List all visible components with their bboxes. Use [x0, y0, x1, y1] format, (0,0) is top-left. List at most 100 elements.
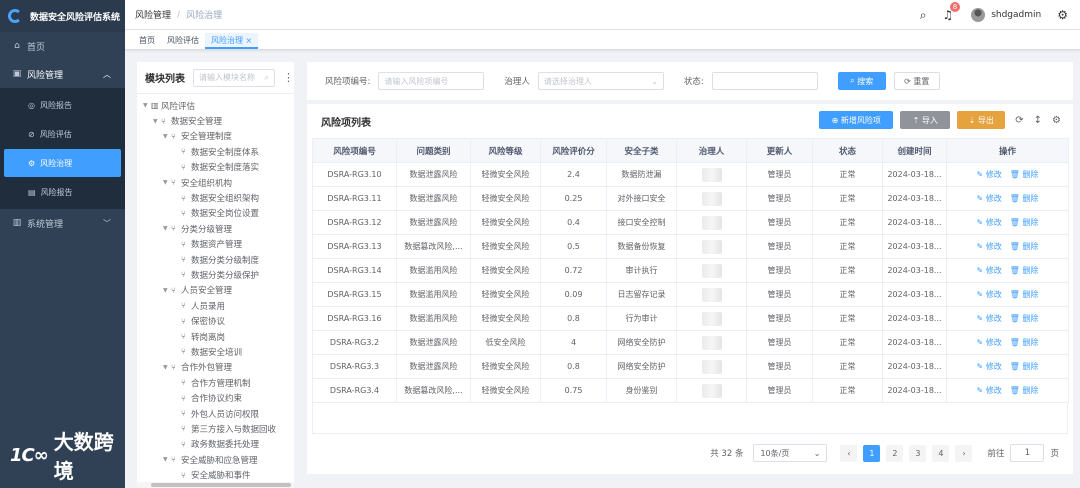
edit-button[interactable]: ✎ 修改 — [977, 290, 1002, 299]
module-search-input[interactable]: 请输入模块名称 ⌕ — [193, 68, 275, 87]
tree-node[interactable]: ⑂ 政务数据委托处理 — [137, 437, 294, 452]
tree-node[interactable]: ⑂ 人员录用 — [137, 298, 294, 313]
next-page-button[interactable]: › — [955, 444, 973, 462]
tree-node[interactable]: ⑂ 数据安全培训 — [137, 344, 294, 359]
table-row[interactable]: DSRA-RG3.4 数据篡改风险,... 轻微安全风险 0.75 身份鉴别 管理员 正常 2… — [312, 378, 1069, 403]
horizontal-scrollbar[interactable] — [137, 482, 294, 488]
caret-down-icon[interactable]: ▼ — [163, 133, 171, 140]
sidebar-item-risk-report-doc[interactable]: ▤ 风险报告 — [4, 178, 121, 206]
tag-risk-governance[interactable]: 风险治理 × — [205, 33, 259, 49]
tree-node[interactable]: ⑂ 合作方管理机制 — [137, 375, 294, 390]
column-height-icon[interactable]: ↕ — [1034, 115, 1042, 126]
edit-button[interactable]: ✎ 修改 — [977, 194, 1002, 203]
table-row[interactable]: DSRA-RG3.14 数据滥用风险 轻微安全风险 0.72 审计执行 管理员 正常 2024… — [312, 258, 1069, 283]
page-size-select[interactable]: 10条/页 ⌄ — [753, 444, 828, 462]
governor-select[interactable]: 请选择治理人 ⌄ — [537, 72, 664, 90]
tree-node[interactable]: ▼ ⑂ 数据安全管理 — [137, 113, 294, 128]
sidebar-item-home[interactable]: ⌂ 首页 — [0, 32, 125, 60]
page-button[interactable]: 3 — [909, 444, 927, 462]
tree-node[interactable]: ⑂ 安全威胁和事件 — [137, 467, 294, 482]
delete-button[interactable]: 🗑 删除 — [1010, 170, 1039, 179]
sidebar-item-risk-management[interactable]: ▣ 风险管理 ︿ — [0, 60, 125, 88]
table-row[interactable]: DSRA-RG3.11 数据泄露风险 轻微安全风险 0.25 对外接口安全 管理员 正常 20… — [312, 186, 1069, 211]
tree-node[interactable]: ⑂ 数据分类分级保护 — [137, 267, 294, 282]
delete-button[interactable]: 🗑 删除 — [1010, 386, 1039, 395]
edit-button[interactable]: ✎ 修改 — [977, 338, 1002, 347]
settings-gear-icon[interactable]: ⚙ — [1057, 8, 1068, 22]
delete-button[interactable]: 🗑 删除 — [1010, 242, 1039, 251]
table-row[interactable]: DSRA-RG3.10 数据泄露风险 轻微安全风险 2.4 数据防泄漏 管理员 正常 2024… — [312, 162, 1069, 187]
tag-home[interactable]: 首页 — [133, 33, 161, 49]
close-icon[interactable]: × — [246, 36, 253, 45]
caret-down-icon[interactable]: ▼ — [143, 102, 151, 109]
status-select[interactable] — [711, 72, 818, 90]
tree-node[interactable]: ⑂ 合作协议约束 — [137, 390, 294, 405]
tree-node[interactable]: ▼ ⑂ 安全管理制度 — [137, 129, 294, 144]
sidebar-item-risk-governance[interactable]: ⚙ 风险治理 — [4, 149, 121, 177]
delete-button[interactable]: 🗑 删除 — [1010, 338, 1039, 347]
edit-button[interactable]: ✎ 修改 — [977, 170, 1002, 179]
edit-button[interactable]: ✎ 修改 — [977, 218, 1002, 227]
edit-button[interactable]: ✎ 修改 — [977, 386, 1002, 395]
tree-node[interactable]: ▼ ⑂ 人员安全管理 — [137, 283, 294, 298]
delete-button[interactable]: 🗑 删除 — [1010, 218, 1039, 227]
sidebar-item-system-management[interactable]: ▥ 系统管理 ﹀ — [0, 209, 125, 237]
table-row[interactable]: DSRA-RG3.13 数据篡改风险,... 轻微安全风险 0.5 数据备份恢复 管理员正… — [312, 234, 1069, 259]
tree-node[interactable]: ⑂ 转岗离岗 — [137, 329, 294, 344]
edit-button[interactable]: ✎ 修改 — [977, 314, 1002, 323]
page-button[interactable]: 1 — [863, 444, 881, 462]
tag-risk-assessment[interactable]: 风险评估 — [161, 33, 205, 49]
caret-down-icon[interactable]: ▼ — [163, 456, 171, 463]
page-button[interactable]: 4 — [932, 444, 950, 462]
export-button[interactable]: ⇣ 导出 — [957, 111, 1006, 129]
import-button[interactable]: ⇡ 导入 — [900, 111, 951, 129]
tree-node[interactable]: ⑂ 数据安全组织架构 — [137, 190, 294, 205]
table-row[interactable]: DSRA-RG3.3 数据泄露风险 轻微安全风险 0.8 网络安全防护 管理员 正常 2024… — [312, 354, 1069, 379]
caret-down-icon[interactable]: ▼ — [163, 287, 171, 294]
tree-node[interactable]: ⑂ 数据资产管理 — [137, 237, 294, 252]
username[interactable]: shdgadmin — [991, 10, 1041, 20]
tree-node[interactable]: ⑂ 数据安全制度落实 — [137, 160, 294, 175]
reset-button[interactable]: ⟳ 重置 — [893, 72, 940, 90]
edit-button[interactable]: ✎ 修改 — [977, 362, 1002, 371]
more-vertical-icon[interactable]: ⋮ — [283, 71, 294, 84]
table-row[interactable]: DSRA-RG3.2 数据泄露风险 低安全风险 4 网络安全防护 管理员 正常 2024-03… — [312, 330, 1069, 355]
tree-node[interactable]: ▼ ⑂ 分类分级管理 — [137, 221, 294, 236]
tree-node[interactable]: ▼ ⑂ 安全组织机构 — [137, 175, 294, 190]
tree-node[interactable]: ⑂ 保密协议 — [137, 313, 294, 328]
edit-button[interactable]: ✎ 修改 — [977, 242, 1002, 251]
delete-button[interactable]: 🗑 删除 — [1010, 266, 1039, 275]
tree-node[interactable]: ⑂ 第三方接入与数据回收 — [137, 421, 294, 436]
bell-icon[interactable]: ♫ 8 — [942, 2, 961, 22]
caret-down-icon[interactable]: ▼ — [163, 179, 171, 186]
avatar[interactable] — [971, 8, 986, 22]
scrollbar-thumb[interactable] — [151, 483, 291, 487]
refresh-icon[interactable]: ⟳ — [1015, 115, 1023, 126]
page-button[interactable]: 2 — [886, 444, 904, 462]
sidebar-item-risk-report[interactable]: ◎ 风险报告 — [4, 91, 121, 119]
tree-node[interactable]: ▼ ⑂ 合作外包管理 — [137, 360, 294, 375]
delete-button[interactable]: 🗑 删除 — [1010, 194, 1039, 203]
edit-button[interactable]: ✎ 修改 — [977, 266, 1002, 275]
tree-node[interactable]: ▼ ▥ 风险评估 — [137, 98, 294, 113]
delete-button[interactable]: 🗑 删除 — [1010, 314, 1039, 323]
prev-page-button[interactable]: ‹ — [840, 444, 858, 462]
caret-down-icon[interactable]: ▼ — [163, 225, 171, 232]
breadcrumb-item[interactable]: 风险管理 — [135, 8, 171, 21]
tree-node[interactable]: ⑂ 数据分类分级制度 — [137, 252, 294, 267]
table-row[interactable]: DSRA-RG3.15 数据滥用风险 轻微安全风险 0.09 日志留存记录 管理员 正常 20… — [312, 282, 1069, 307]
risk-id-input[interactable]: 请输入风险项编号 — [378, 72, 485, 90]
table-row[interactable]: DSRA-RG3.12 数据泄露风险 轻微安全风险 0.4 接口安全控制 管理员 正常 202… — [312, 210, 1069, 235]
delete-button[interactable]: 🗑 删除 — [1010, 362, 1039, 371]
add-risk-button[interactable]: ⊕ 新增风险项 — [819, 111, 894, 129]
delete-button[interactable]: 🗑 删除 — [1010, 290, 1039, 299]
table-row[interactable]: DSRA-RG3.16 数据滥用风险 轻微安全风险 0.8 行为审计 管理员 正常 2024-… — [312, 306, 1069, 331]
search-icon[interactable]: ⌕ — [920, 8, 927, 23]
tree-node[interactable]: ⑂ 数据安全制度体系 — [137, 144, 294, 159]
goto-page-input[interactable]: 1 — [1010, 444, 1045, 462]
tree-node[interactable]: ▼ ⑂ 安全威胁和应急管理 — [137, 452, 294, 467]
tree-node[interactable]: ⑂ 外包人员访问权限 — [137, 406, 294, 421]
caret-down-icon[interactable]: ▼ — [153, 118, 161, 125]
sidebar-item-risk-assessment[interactable]: ⊘ 风险评估 — [4, 120, 121, 148]
caret-down-icon[interactable]: ▼ — [163, 364, 171, 371]
